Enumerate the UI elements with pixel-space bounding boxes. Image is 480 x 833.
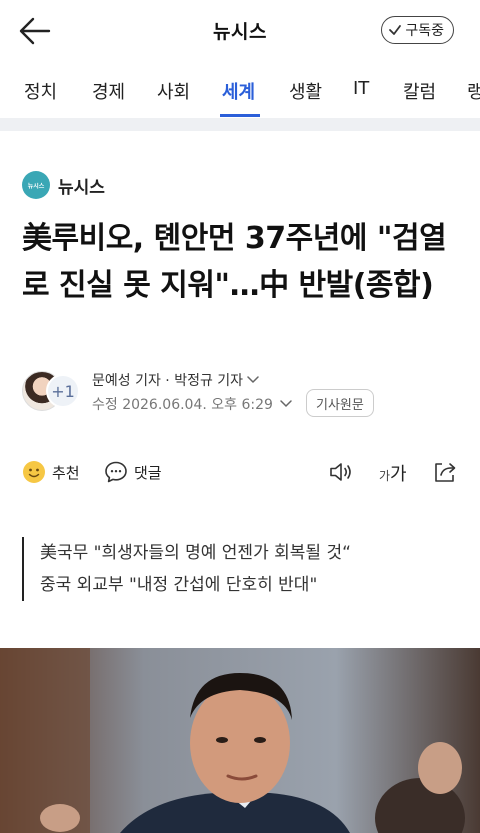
subscribe-button[interactable]: 구독중	[381, 16, 454, 44]
font-small-label: 가	[379, 469, 391, 483]
speaker-icon	[330, 463, 351, 481]
section-divider	[0, 118, 480, 131]
tab-column[interactable]: 칼럼	[403, 78, 436, 104]
modified-label: 수정 2026.06.04. 오후 6:29	[92, 397, 273, 413]
comment-button[interactable]: 댓글	[104, 460, 162, 484]
press-logo: 뉴시스	[22, 171, 50, 199]
top-header: 뉴시스 구독중	[0, 0, 480, 62]
tab-ranking[interactable]: 랭	[467, 78, 480, 104]
tab-world[interactable]: 세계	[222, 78, 255, 104]
category-tabs: 정치 경제 사회 세계 생활 IT 칼럼 랭	[0, 62, 480, 118]
subscribe-label: 구독중	[405, 23, 444, 39]
article-summary: 美국무 "희생자들의 명예 언젠가 회복될 것“ 중국 외교부 "내정 간섭에 …	[22, 537, 462, 601]
article-action-bar: 추천 댓글 가 가	[22, 456, 462, 492]
summary-line: 美국무 "희생자들의 명예 언젠가 회복될 것“	[40, 543, 351, 563]
summary-line: 중국 외교부 "내정 간섭에 단호히 반대"	[40, 575, 318, 595]
font-large-label: 가	[390, 464, 407, 485]
modified-time[interactable]: 수정 2026.06.04. 오후 6:29	[92, 394, 293, 414]
tab-society[interactable]: 사회	[157, 78, 190, 104]
article-headline: 美루비오, 톈안먼 37주년에 "검열로 진실 못 지워"…中 반발(종합)	[22, 221, 447, 303]
comment-icon	[105, 461, 127, 483]
chevron-down-icon	[247, 376, 259, 384]
tab-politics[interactable]: 정치	[24, 78, 57, 104]
reporter-names-label: 문예성 기자 · 박정규 기자	[92, 373, 244, 389]
active-tab-indicator	[220, 114, 260, 117]
tab-it[interactable]: IT	[353, 78, 369, 99]
font-size-button[interactable]: 가 가	[379, 460, 407, 486]
recommend-button[interactable]: 추천	[22, 460, 80, 484]
listen-button[interactable]	[328, 460, 354, 488]
tab-economy[interactable]: 경제	[92, 78, 125, 104]
check-icon	[389, 25, 402, 35]
press-info[interactable]: 뉴시스 뉴시스	[22, 170, 105, 200]
original-article-button[interactable]: 기사원문	[306, 389, 374, 417]
comment-label: 댓글	[134, 463, 162, 482]
chevron-down-icon	[280, 400, 292, 408]
article-photo[interactable]	[0, 648, 480, 833]
share-icon	[435, 463, 456, 482]
share-button[interactable]	[432, 460, 458, 488]
byline: +1 문예성 기자 · 박정규 기자 수정 2026.06.04. 오후 6:2…	[22, 368, 462, 420]
recommend-label: 추천	[52, 463, 80, 482]
reporter-names[interactable]: 문예성 기자 · 박정규 기자	[92, 370, 260, 390]
tab-life[interactable]: 생활	[289, 78, 322, 104]
smile-icon	[23, 461, 45, 483]
press-name: 뉴시스	[58, 177, 105, 198]
extra-reporters-badge[interactable]: +1	[46, 374, 80, 408]
photo-illustration	[0, 648, 480, 833]
